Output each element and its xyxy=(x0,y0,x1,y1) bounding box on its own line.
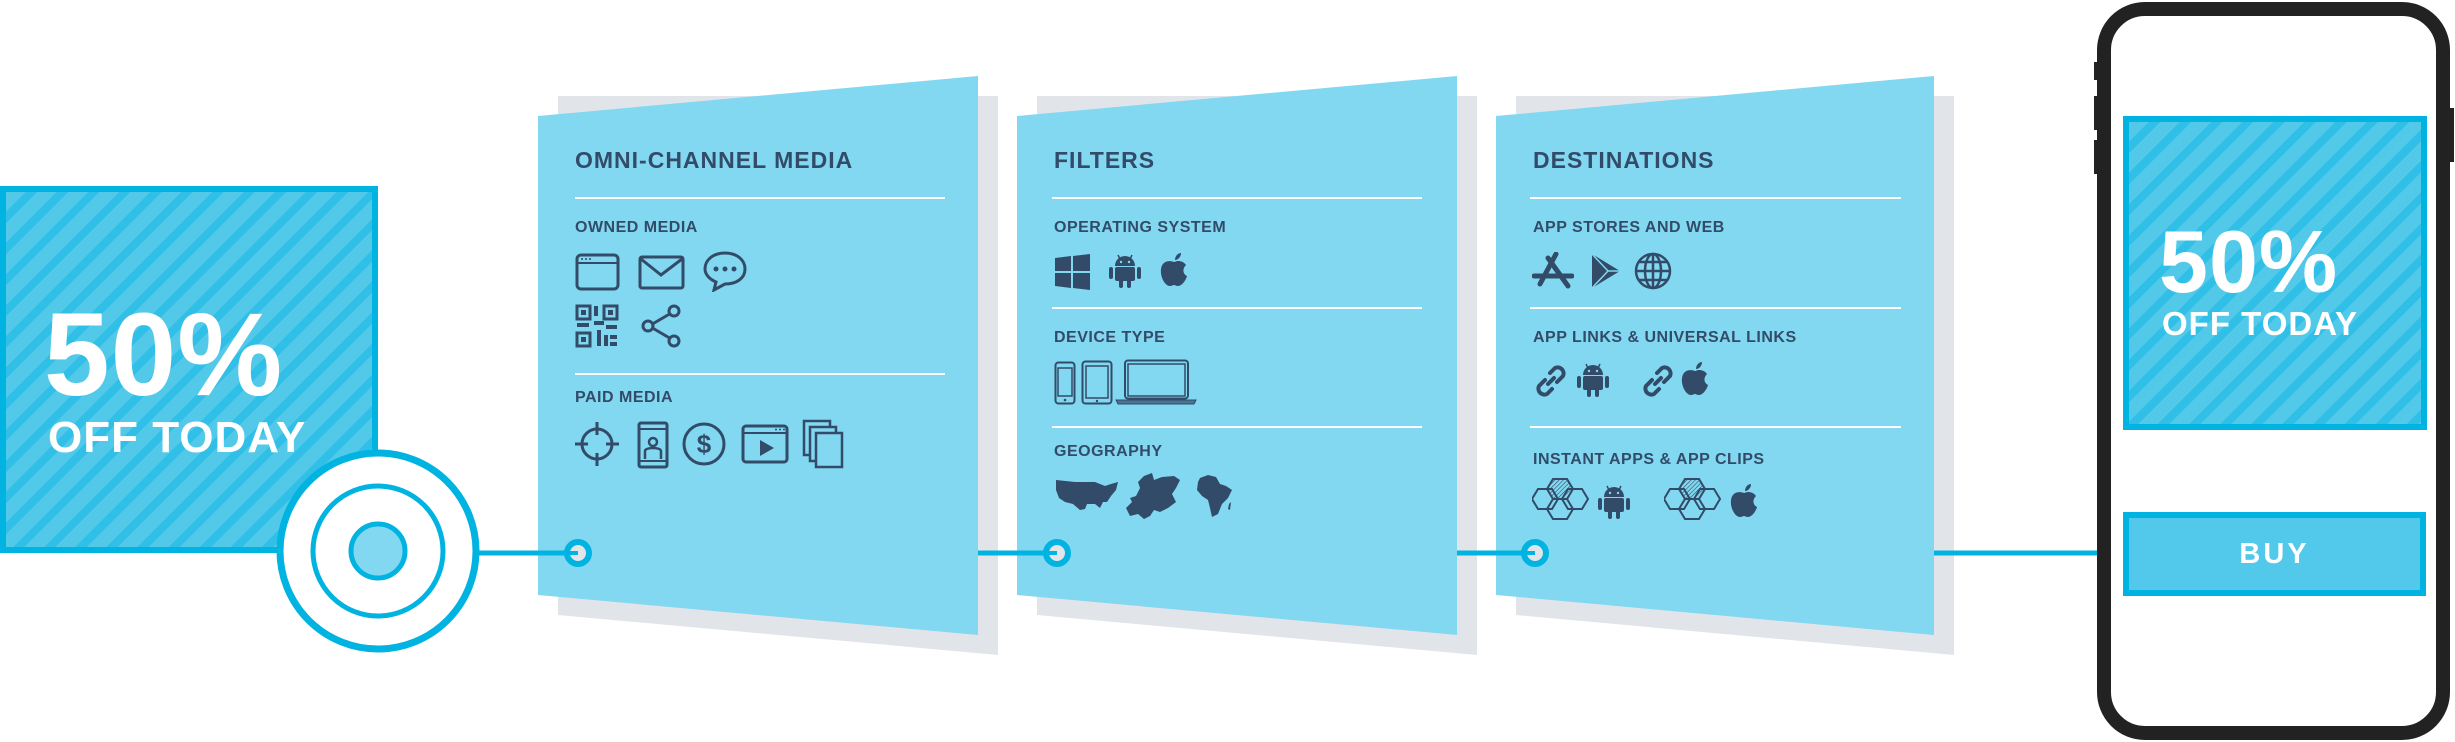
promo-headline: 50% xyxy=(44,289,284,421)
divider xyxy=(1530,307,1901,309)
africa-map-icon xyxy=(1196,474,1234,518)
section-label: OPERATING SYSTEM xyxy=(1054,219,1227,236)
divider xyxy=(575,373,945,375)
laptop-icon xyxy=(1115,359,1197,405)
mobile-ad-icon xyxy=(637,421,669,469)
promo-subline: OFF TODAY xyxy=(48,413,307,462)
windows-icon xyxy=(1055,254,1091,290)
stacked-pages-icon xyxy=(802,419,846,469)
google-play-icon xyxy=(1590,253,1622,289)
divider xyxy=(1052,426,1422,428)
europe-map-icon xyxy=(1124,472,1180,520)
link-icon xyxy=(1640,363,1676,399)
crosshair-icon xyxy=(573,420,621,468)
section-label: APP LINKS & UNIVERSAL LINKS xyxy=(1533,329,1797,346)
video-player-icon xyxy=(741,424,789,464)
connector-node xyxy=(564,539,592,567)
divider xyxy=(1530,197,1901,199)
divider xyxy=(1052,197,1422,199)
app-store-icon xyxy=(1532,252,1574,290)
svg-text:$: $ xyxy=(697,429,712,459)
chat-bubble-icon xyxy=(702,250,748,292)
section-label: OWNED MEDIA xyxy=(575,219,698,236)
qr-code-icon xyxy=(575,304,619,348)
apple-icon xyxy=(1679,361,1711,397)
section-label: DEVICE TYPE xyxy=(1054,329,1166,346)
tablet-icon xyxy=(1081,360,1113,405)
dollar-icon: $ xyxy=(681,421,727,467)
phone-promo-banner: 50% OFF TODAY xyxy=(2123,116,2427,430)
phone-promo-subline: OFF TODAY xyxy=(2162,305,2359,342)
panel-title: OMNI-CHANNEL MEDIA xyxy=(575,147,854,173)
hexagon-cluster-icon xyxy=(1664,477,1726,521)
target-icon xyxy=(276,449,480,653)
usa-map-icon xyxy=(1055,478,1120,514)
android-icon xyxy=(1598,483,1630,521)
globe-icon xyxy=(1634,252,1672,290)
section-label: PAID MEDIA xyxy=(575,389,674,406)
section-label: GEOGRAPHY xyxy=(1054,443,1163,460)
share-icon xyxy=(638,303,684,349)
email-icon xyxy=(638,255,685,290)
apple-icon xyxy=(1728,483,1760,519)
apple-icon xyxy=(1158,252,1190,288)
divider xyxy=(1530,426,1901,428)
section-label: INSTANT APPS & APP CLIPS xyxy=(1533,451,1765,468)
connector-node xyxy=(1043,539,1071,567)
phone-icon xyxy=(1054,361,1076,405)
android-icon xyxy=(1109,252,1141,290)
hexagon-cluster-icon xyxy=(1532,477,1594,521)
section-label: APP STORES AND WEB xyxy=(1533,219,1725,236)
browser-window-icon xyxy=(575,253,620,291)
android-icon xyxy=(1577,361,1609,399)
connector-node xyxy=(1521,539,1549,567)
panel-title: DESTINATIONS xyxy=(1533,147,1715,173)
panel-title: FILTERS xyxy=(1054,147,1156,173)
divider xyxy=(575,197,945,199)
buy-button[interactable]: BUY xyxy=(2123,512,2426,596)
phone-promo-headline: 50% xyxy=(2159,212,2339,311)
divider xyxy=(1052,307,1422,309)
link-icon xyxy=(1533,363,1569,399)
